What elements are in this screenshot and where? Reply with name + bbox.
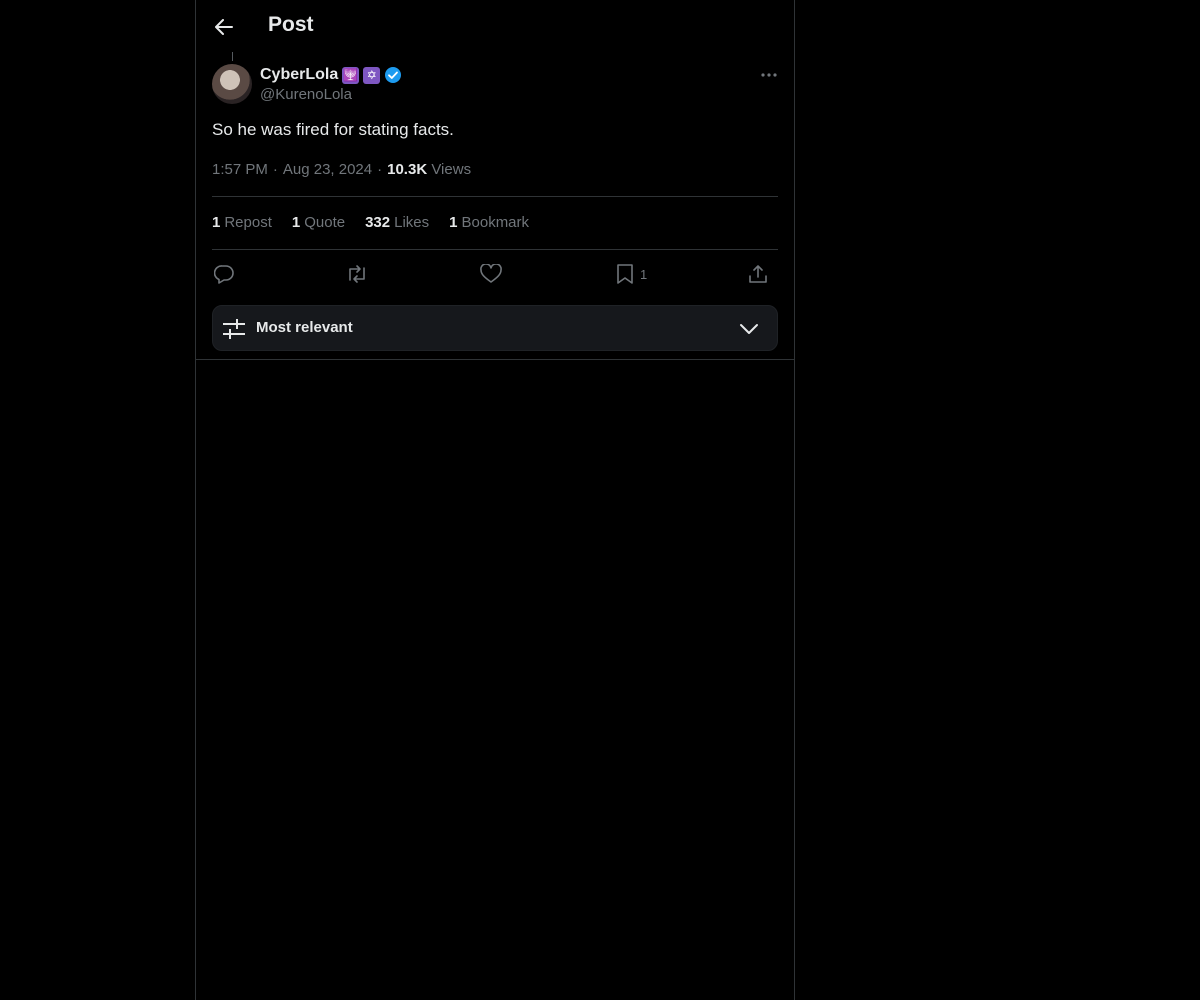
reposts-count: 1: [212, 214, 221, 231]
engagement-stats: 1 Repost 1 Quote 332 Likes 1 Bookmark: [212, 214, 529, 231]
quotes-count: 1: [291, 214, 301, 231]
quotes-stat[interactable]: 1 Quote: [292, 214, 345, 231]
thread-line: [232, 52, 233, 61]
repost-icon: [349, 265, 365, 283]
post-date[interactable]: Aug 23, 2024: [283, 161, 372, 178]
like-button[interactable]: [480, 261, 502, 287]
page-header: Post: [196, 0, 794, 53]
page-title: Post: [268, 13, 314, 36]
back-button[interactable]: [212, 14, 236, 40]
avatar[interactable]: [212, 64, 252, 104]
divider: [212, 196, 778, 197]
chevron-down-icon: [740, 324, 758, 334]
bookmarks-stat[interactable]: 1 Bookmark: [449, 214, 529, 231]
share-icon: [749, 265, 767, 283]
repost-button[interactable]: [346, 261, 368, 287]
bookmark-icon: [617, 264, 633, 284]
divider: [196, 359, 794, 360]
arrow-left-icon: [215, 19, 233, 35]
meta-separator: ·: [377, 161, 383, 178]
menorah-emoji-badge: 🕎: [342, 66, 360, 84]
post-time[interactable]: 1:57 PM: [212, 161, 268, 178]
sliders-icon: [223, 319, 245, 339]
bookmarks-count: 1: [449, 214, 458, 231]
primary-column: Post CyberLola 🕎 ✡ @KurenoLola So he was…: [195, 0, 795, 1000]
likes-label: Likes: [394, 214, 430, 231]
more-horizontal-icon: [761, 73, 777, 77]
heart-icon: [480, 264, 502, 283]
views-count: 10.3K: [387, 161, 428, 178]
bookmark-button[interactable]: 1: [616, 261, 647, 287]
author-name-row: CyberLola 🕎 ✡: [260, 64, 402, 86]
meta-separator: ·: [272, 161, 278, 178]
star-of-david-emoji-badge: ✡: [363, 66, 381, 84]
bookmarks-label: Bookmark: [461, 214, 530, 231]
likes-count: 332: [365, 214, 391, 231]
author-handle[interactable]: @KurenoLola: [260, 86, 352, 103]
quotes-label: Quote: [304, 214, 346, 231]
more-options-button[interactable]: [758, 64, 780, 86]
verified-badge-icon: [385, 67, 402, 83]
reply-icon: [214, 265, 234, 284]
post-text: So he was fired for stating facts.: [212, 120, 454, 139]
author-display-name[interactable]: CyberLola: [260, 66, 338, 84]
reposts-label: Repost: [224, 214, 272, 231]
likes-stat[interactable]: 332 Likes: [365, 214, 429, 231]
divider: [212, 249, 778, 250]
post-meta: 1:57 PM · Aug 23, 2024 · 10.3K Views: [212, 161, 471, 178]
sort-label: Most relevant: [256, 319, 353, 336]
share-button[interactable]: [748, 261, 768, 287]
action-bar: 1: [212, 261, 778, 287]
sort-replies-dropdown[interactable]: Most relevant: [212, 305, 778, 351]
reposts-stat[interactable]: 1 Repost: [212, 214, 272, 231]
views-label: Views: [431, 161, 472, 178]
reply-button[interactable]: [214, 261, 234, 287]
bookmark-action-count: 1: [640, 266, 648, 282]
